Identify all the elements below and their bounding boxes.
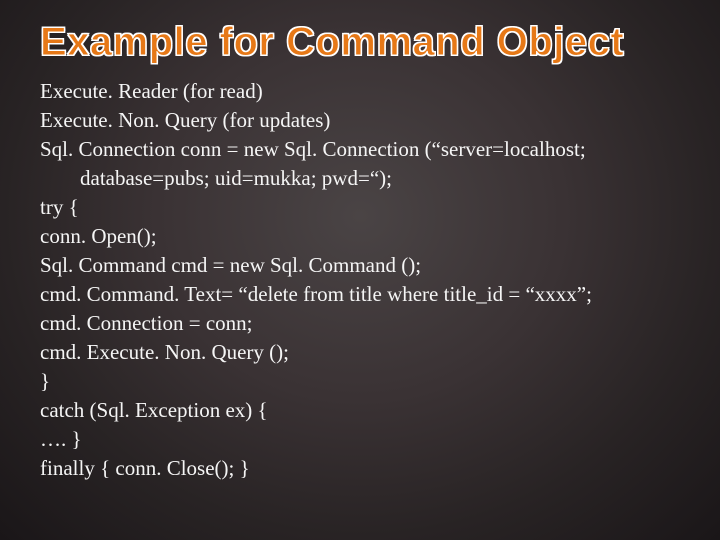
code-line: catch (Sql. Exception ex) { — [40, 396, 680, 425]
slide-body: Execute. Reader (for read) Execute. Non.… — [40, 77, 680, 483]
code-line: database=pubs; uid=mukka; pwd=“); — [40, 164, 680, 193]
code-line: cmd. Execute. Non. Query (); — [40, 338, 680, 367]
code-line: cmd. Command. Text= “delete from title w… — [40, 280, 680, 309]
code-line: try { — [40, 193, 680, 222]
code-line: Sql. Connection conn = new Sql. Connecti… — [40, 135, 680, 164]
code-line: Execute. Non. Query (for updates) — [40, 106, 680, 135]
code-line: …. } — [40, 425, 680, 454]
code-line: finally { conn. Close(); } — [40, 454, 680, 483]
slide: Example for Command Object Execute. Read… — [0, 0, 720, 540]
code-line: conn. Open(); — [40, 222, 680, 251]
slide-title: Example for Command Object — [40, 20, 680, 65]
code-line: Sql. Command cmd = new Sql. Command (); — [40, 251, 680, 280]
code-line: } — [40, 367, 680, 396]
code-line: cmd. Connection = conn; — [40, 309, 680, 338]
code-line: Execute. Reader (for read) — [40, 77, 680, 106]
